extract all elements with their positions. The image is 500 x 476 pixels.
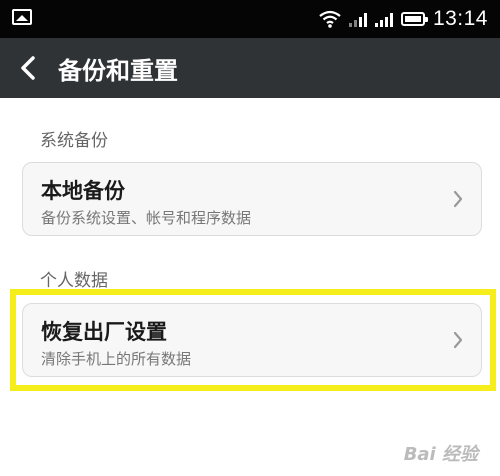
battery-icon	[400, 12, 428, 26]
signal-icon	[348, 11, 367, 27]
wifi-icon	[319, 10, 341, 28]
page-title: 备份和重置	[58, 57, 178, 85]
local-backup-subtitle: 备份系统设置、帐号和程序数据	[41, 209, 252, 227]
chevron-left-icon[interactable]	[18, 56, 38, 80]
section-header-personal-data: 个人数据	[40, 271, 108, 291]
highlight-box	[10, 289, 496, 391]
chevron-right-icon	[453, 190, 463, 208]
title-bar: 备份和重置	[0, 38, 500, 98]
status-bar: 13:14	[0, 0, 500, 38]
section-header-system-backup: 系统备份	[40, 131, 108, 151]
picture-icon	[12, 9, 32, 25]
local-backup-title: 本地备份	[41, 179, 125, 203]
status-time: 13:14	[432, 7, 488, 30]
watermark: Bai 经验	[403, 444, 478, 465]
status-right: 13:14	[319, 6, 488, 32]
signal-icon	[374, 11, 393, 27]
local-backup-item[interactable]: 本地备份 备份系统设置、帐号和程序数据	[22, 162, 482, 236]
